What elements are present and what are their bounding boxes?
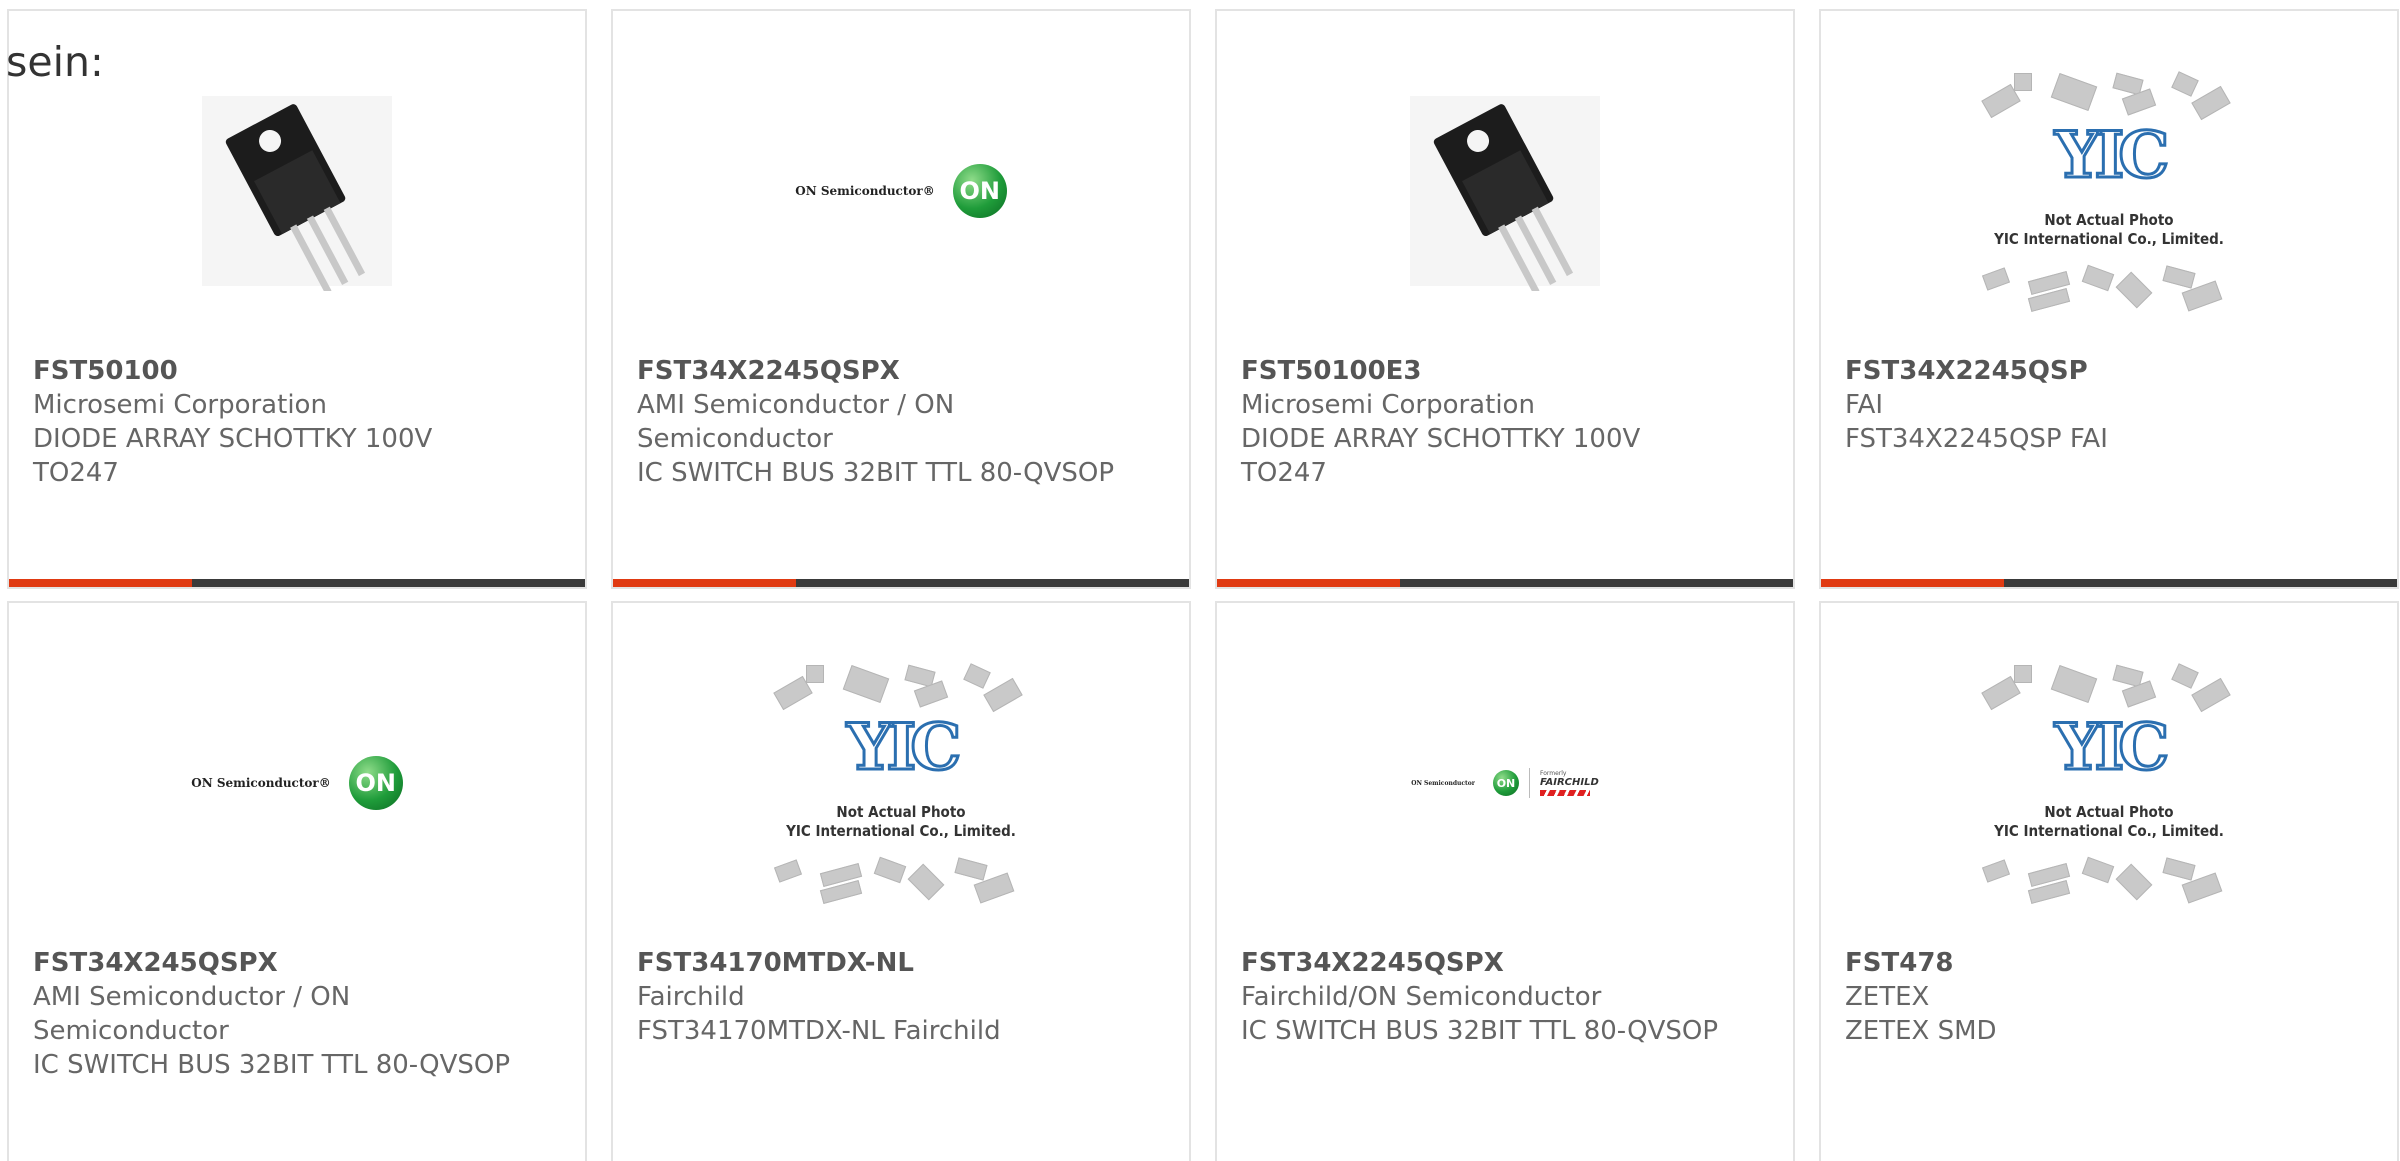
- description: ZETEX SMD: [1845, 1016, 1997, 1046]
- card-accent: [613, 579, 796, 587]
- product-card[interactable]: FST50100 Microsemi Corporation DIODE ARR…: [7, 9, 587, 589]
- fairchild-brand: FAIRCHILD: [1539, 777, 1599, 788]
- product-image[interactable]: YIC Not Actual Photo YIC International C…: [613, 663, 1189, 904]
- description: IC SWITCH BUS 32BIT TTL 80-QVSOP: [1241, 1016, 1719, 1046]
- fairchild-stripes-icon: [1539, 790, 1590, 796]
- product-image[interactable]: [9, 81, 585, 301]
- manufacturer: AMI Semiconductor / ON Semiconductor: [33, 982, 351, 1046]
- yic-logo: YIC: [845, 708, 963, 786]
- placeholder-company: YIC International Co., Limited.: [1994, 822, 2224, 840]
- placeholder-company: YIC International Co., Limited.: [1994, 230, 2224, 248]
- yic-placeholder-image: YIC Not Actual Photo YIC International C…: [1974, 663, 2244, 904]
- logo-text: ON Semiconductor: [1411, 779, 1475, 787]
- part-number[interactable]: FST50100E3: [1241, 354, 1733, 388]
- page: sein: FST50100 Microsemi Corporation DIO…: [0, 0, 2400, 1161]
- product-card[interactable]: YIC Not Actual Photo YIC International C…: [1819, 9, 2399, 589]
- lead-text: sein:: [6, 38, 104, 86]
- description: DIODE ARRAY SCHOTTKY 100V TO247: [1241, 424, 1641, 488]
- yic-logo: YIC: [2053, 116, 2171, 194]
- fairchild-logo: Formerly FAIRCHILD: [1539, 770, 1599, 796]
- card-bottom-bar: [9, 579, 585, 587]
- manufacturer: ZETEX: [1845, 982, 1930, 1012]
- manufacturer: FAI: [1845, 390, 1884, 420]
- card-bottom-bar: [613, 579, 1189, 587]
- on-badge-icon: ON: [952, 164, 1007, 218]
- to247-diode-photo-icon: [202, 96, 392, 291]
- part-number[interactable]: FST34X2245QSPX: [1241, 946, 1733, 980]
- part-number[interactable]: FST50100: [33, 354, 525, 388]
- logo-text: ON Semiconductor®: [191, 776, 331, 790]
- manufacturer: Microsemi Corporation: [1241, 390, 1535, 420]
- on-fairchild-logo: ON Semiconductor ON Formerly FAIRCHILD: [1411, 768, 1599, 798]
- yic-placeholder-image: YIC Not Actual Photo YIC International C…: [766, 663, 1036, 904]
- product-image[interactable]: YIC Not Actual Photo YIC International C…: [1821, 663, 2397, 904]
- card-bottom-bar: [1821, 579, 2397, 587]
- placeholder-text: Not Actual Photo: [2044, 803, 2174, 821]
- part-number[interactable]: FST34X2245QSPX: [637, 354, 1129, 388]
- product-info: FST478 ZETEX ZETEX SMD: [1845, 946, 2337, 1048]
- product-info: FST34X2245QSPX Fairchild/ON Semiconducto…: [1241, 946, 1733, 1048]
- on-semiconductor-logo: ON Semiconductor® ON: [795, 164, 1007, 218]
- part-number[interactable]: FST34X2245QSP: [1845, 354, 2337, 388]
- on-semiconductor-logo: ON Semiconductor® ON: [191, 756, 403, 810]
- product-info: FST34X2245QSP FAI FST34X2245QSP FAI: [1845, 354, 2337, 456]
- card-accent: [1821, 579, 2004, 587]
- product-card[interactable]: FST50100E3 Microsemi Corporation DIODE A…: [1215, 9, 1795, 589]
- manufacturer: Fairchild: [637, 982, 745, 1012]
- part-number[interactable]: FST34170MTDX-NL: [637, 946, 1129, 980]
- part-number[interactable]: FST34X245QSPX: [33, 946, 525, 980]
- product-image[interactable]: [1217, 81, 1793, 301]
- product-card[interactable]: ON Semiconductor ON Formerly FAIRCHILD F…: [1215, 601, 1795, 1161]
- product-card[interactable]: YIC Not Actual Photo YIC International C…: [611, 601, 1191, 1161]
- description: IC SWITCH BUS 32BIT TTL 80-QVSOP: [637, 458, 1115, 488]
- logo-divider: [1528, 768, 1530, 798]
- description: DIODE ARRAY SCHOTTKY 100V TO247: [33, 424, 433, 488]
- product-image[interactable]: ON Semiconductor® ON: [9, 673, 585, 893]
- product-card[interactable]: ON Semiconductor® ON FST34X2245QSPX AMI …: [611, 9, 1191, 589]
- description: IC SWITCH BUS 32BIT TTL 80-QVSOP: [33, 1050, 511, 1080]
- product-card[interactable]: ON Semiconductor® ON FST34X245QSPX AMI S…: [7, 601, 587, 1161]
- product-image[interactable]: YIC Not Actual Photo YIC International C…: [1821, 71, 2397, 312]
- to247-diode-photo-icon: [1410, 96, 1600, 291]
- placeholder-company: YIC International Co., Limited.: [786, 822, 1016, 840]
- product-card[interactable]: YIC Not Actual Photo YIC International C…: [1819, 601, 2399, 1161]
- placeholder-text: Not Actual Photo: [2044, 211, 2174, 229]
- manufacturer: AMI Semiconductor / ON Semiconductor: [637, 390, 955, 454]
- placeholder-text: Not Actual Photo: [836, 803, 966, 821]
- product-info: FST34170MTDX-NL Fairchild FST34170MTDX-N…: [637, 946, 1129, 1048]
- yic-placeholder-image: YIC Not Actual Photo YIC International C…: [1974, 71, 2244, 312]
- product-info: FST34X2245QSPX AMI Semiconductor / ON Se…: [637, 354, 1129, 490]
- logo-text: ON Semiconductor®: [795, 184, 935, 198]
- product-grid: FST50100 Microsemi Corporation DIODE ARR…: [7, 9, 2399, 1161]
- product-info: FST50100E3 Microsemi Corporation DIODE A…: [1241, 354, 1733, 490]
- product-image[interactable]: ON Semiconductor ON Formerly FAIRCHILD: [1217, 673, 1793, 893]
- manufacturer: Microsemi Corporation: [33, 390, 327, 420]
- on-badge-icon: ON: [348, 756, 403, 810]
- part-number[interactable]: FST478: [1845, 946, 2337, 980]
- product-image[interactable]: ON Semiconductor® ON: [613, 81, 1189, 301]
- card-accent: [1217, 579, 1400, 587]
- on-semiconductor-logo: ON Semiconductor ON: [1411, 770, 1519, 796]
- card-bottom-bar: [1217, 579, 1793, 587]
- formerly-text: Formerly: [1539, 770, 1567, 777]
- description: FST34X2245QSP FAI: [1845, 424, 2108, 454]
- yic-logo: YIC: [2053, 708, 2171, 786]
- manufacturer: Fairchild/ON Semiconductor: [1241, 982, 1602, 1012]
- description: FST34170MTDX-NL Fairchild: [637, 1016, 1001, 1046]
- product-info: FST34X245QSPX AMI Semiconductor / ON Sem…: [33, 946, 525, 1082]
- on-badge-icon: ON: [1492, 770, 1519, 796]
- product-info: FST50100 Microsemi Corporation DIODE ARR…: [33, 354, 525, 490]
- card-accent: [9, 579, 192, 587]
